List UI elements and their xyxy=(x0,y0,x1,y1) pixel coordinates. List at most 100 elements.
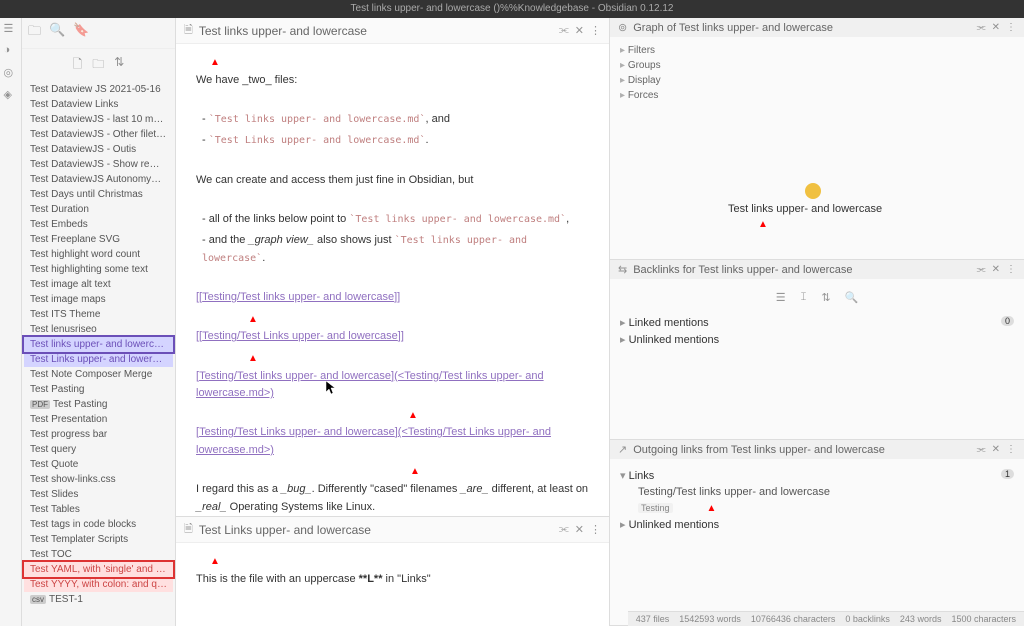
more-icon[interactable]: ⋮ xyxy=(590,523,601,536)
file-item[interactable]: Test DataviewJS - Other filetypes xyxy=(24,127,173,142)
file-item[interactable]: Test Presentation xyxy=(24,412,173,427)
new-folder-icon[interactable]: 🗀 xyxy=(92,55,104,76)
file-sidebar: 🗀 🔍 🔖 🗋 🗀 ⇅ Test Dataview JS 2021-05-16T… xyxy=(22,18,176,626)
ribbon-icon[interactable]: ◑ xyxy=(4,44,18,58)
close-icon[interactable]: ✕ xyxy=(575,523,584,536)
window-title-bar: Test links upper- and lowercase ()%%Know… xyxy=(0,0,1024,18)
file-item[interactable]: Test image alt text xyxy=(24,277,173,292)
file-item[interactable]: Test progress bar xyxy=(24,427,173,442)
file-item[interactable]: Test Templater Scripts xyxy=(24,532,173,547)
graph-node[interactable] xyxy=(805,183,821,199)
editor-body[interactable]: ▲ This is the file with an uppercase **L… xyxy=(176,543,609,626)
file-item[interactable]: Test DataviewJS - last 10 modified n xyxy=(24,112,173,127)
list-icon[interactable]: ☰ xyxy=(776,291,786,304)
graph-group[interactable]: Forces xyxy=(620,88,1014,103)
file-item[interactable]: Test Dataview Links xyxy=(24,97,173,112)
links-section[interactable]: Links1 xyxy=(620,467,1014,484)
document-icon: 🗎 xyxy=(184,21,193,40)
outgoing-icon: ↗ xyxy=(618,443,627,456)
more-icon[interactable]: ⋮ xyxy=(1006,264,1016,275)
file-item[interactable]: Test YAML, with 'single' and "double" xyxy=(24,562,173,577)
file-item[interactable]: Test Links upper- and lowercase xyxy=(24,352,173,367)
document-icon: 🗎 xyxy=(184,520,193,539)
wikilink[interactable]: Testing/Test links upper- and lowercase xyxy=(202,291,394,303)
outgoing-link[interactable]: Testing/Test links upper- and lowercase xyxy=(620,484,1014,500)
file-item[interactable]: Test Note Composer Merge xyxy=(24,367,173,382)
section-title: Graph of Test links upper- and lowercase xyxy=(633,22,976,34)
file-item[interactable]: Test Embeds xyxy=(24,217,173,232)
more-icon[interactable]: ⋮ xyxy=(1006,444,1016,455)
status-chars: 1500 characters xyxy=(951,614,1016,624)
close-icon[interactable]: ✕ xyxy=(992,264,1000,275)
status-backlinks: 0 backlinks xyxy=(845,614,890,624)
file-item[interactable]: Test highlight word count xyxy=(24,247,173,262)
graph-node-label: Test links upper- and lowercase xyxy=(728,203,882,215)
file-item[interactable]: Test Quote xyxy=(24,457,173,472)
file-item[interactable]: Test highlighting some text xyxy=(24,262,173,277)
bookmark-icon[interactable]: 🔖 xyxy=(73,22,89,44)
ribbon-icon[interactable]: ◈ xyxy=(4,88,18,102)
file-item[interactable]: Test DataviewJS - Show remaining n xyxy=(24,157,173,172)
close-icon[interactable]: ✕ xyxy=(992,444,1000,455)
file-item[interactable]: Test Days until Christmas xyxy=(24,187,173,202)
file-item[interactable]: Test DataviewJS AutonomyGaps 202 xyxy=(24,172,173,187)
close-icon[interactable]: ✕ xyxy=(992,22,1000,33)
link-icon[interactable]: ⫘ xyxy=(559,24,569,37)
ribbon-icon[interactable]: ◎ xyxy=(4,66,18,80)
graph-group[interactable]: Display xyxy=(620,73,1014,88)
sort-icon[interactable]: ⇅ xyxy=(821,291,830,304)
file-item[interactable]: Test Pasting xyxy=(24,382,173,397)
file-item[interactable]: Test ITS Theme xyxy=(24,307,173,322)
cursor-icon xyxy=(325,380,337,398)
unlinked-mentions[interactable]: Unlinked mentions xyxy=(620,516,1014,533)
link-icon[interactable]: ⫘ xyxy=(977,444,986,455)
file-item[interactable]: Test Freeplane SVG xyxy=(24,232,173,247)
linked-mentions[interactable]: Linked mentions0 xyxy=(620,314,1014,331)
link-icon[interactable]: ⫘ xyxy=(559,523,569,536)
file-item[interactable]: Test lenusriseo xyxy=(24,322,173,337)
editor-body[interactable]: ▲ We have _two_ files: - `Test links upp… xyxy=(176,44,609,516)
more-icon[interactable]: ⋮ xyxy=(590,24,601,37)
file-item[interactable]: csvTEST-1 xyxy=(24,592,173,607)
file-item[interactable]: Test TOC xyxy=(24,547,173,562)
wikilink[interactable]: Testing/Test links upper- and lowercase xyxy=(199,370,391,382)
link-icon[interactable]: ⫘ xyxy=(977,264,986,275)
file-item[interactable]: Test Tables xyxy=(24,502,173,517)
status-chars-total: 10766436 characters xyxy=(751,614,836,624)
pane-title: Test links upper- and lowercase xyxy=(199,24,559,38)
search-icon[interactable]: 🔍 xyxy=(49,22,65,44)
wikilink[interactable]: Testing/Test Links upper- and lowercase xyxy=(202,330,398,342)
more-icon[interactable]: ⋮ xyxy=(1006,22,1016,33)
section-title: Backlinks for Test links upper- and lowe… xyxy=(633,264,976,276)
file-item[interactable]: Test show-links.css xyxy=(24,472,173,487)
file-item[interactable]: Test tags in code blocks xyxy=(24,517,173,532)
graph-group[interactable]: Filters xyxy=(620,43,1014,58)
file-item[interactable]: Test Slides xyxy=(24,487,173,502)
file-item[interactable]: Test Dataview JS 2021-05-16 xyxy=(24,82,173,97)
file-item[interactable]: Test DataviewJS - Outis xyxy=(24,142,173,157)
file-item[interactable]: PDFTest Pasting xyxy=(24,397,173,412)
status-words-total: 1542593 words xyxy=(679,614,741,624)
search-icon[interactable]: 🔍 xyxy=(845,291,859,304)
ribbon-icon[interactable]: ☰ xyxy=(4,22,18,36)
file-item[interactable]: Test Duration xyxy=(24,202,173,217)
status-words: 243 words xyxy=(900,614,942,624)
graph-canvas[interactable]: Test links upper- and lowercase ▲ xyxy=(610,109,1024,259)
sort-icon[interactable]: ⇅ xyxy=(114,55,124,76)
file-item[interactable]: Test query xyxy=(24,442,173,457)
file-list: Test Dataview JS 2021-05-16Test Dataview… xyxy=(22,82,175,626)
text-icon[interactable]: 𝙸 xyxy=(800,291,808,304)
section-title: Outgoing links from Test links upper- an… xyxy=(633,444,976,456)
pane-title: Test Links upper- and lowercase xyxy=(199,523,559,537)
graph-icon: ⊚ xyxy=(618,21,627,34)
unlinked-mentions[interactable]: Unlinked mentions xyxy=(620,331,1014,348)
new-file-icon[interactable]: 🗋 xyxy=(73,55,83,76)
folder-icon[interactable]: 🗀 xyxy=(28,22,41,44)
close-icon[interactable]: ✕ xyxy=(575,24,584,37)
file-item[interactable]: Test links upper- and lowercase xyxy=(24,337,173,352)
wikilink[interactable]: Testing/Test Links upper- and lowercase xyxy=(199,426,395,438)
graph-group[interactable]: Groups xyxy=(620,58,1014,73)
link-icon[interactable]: ⫘ xyxy=(977,22,986,33)
file-item[interactable]: Test YYYY, with colon: and question xyxy=(24,577,173,592)
file-item[interactable]: Test image maps xyxy=(24,292,173,307)
